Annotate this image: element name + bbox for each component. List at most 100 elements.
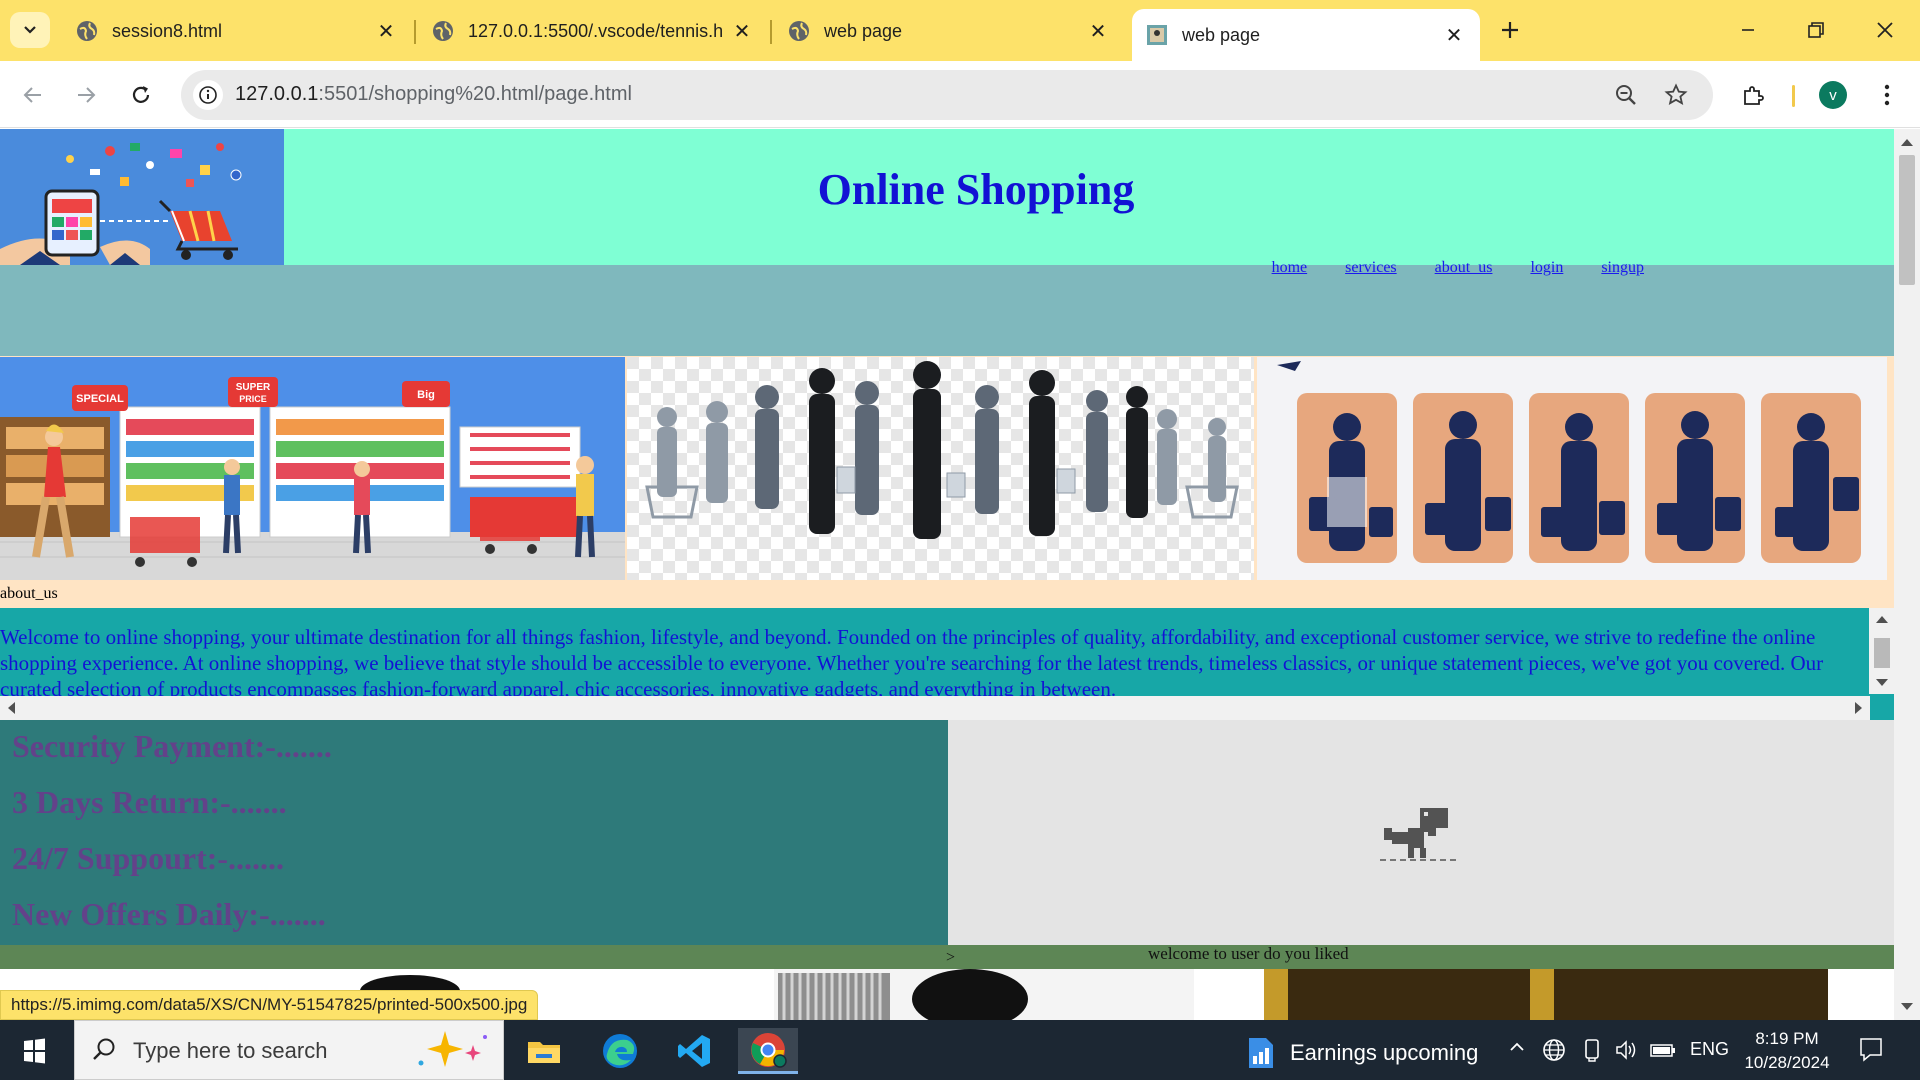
vscode-icon — [678, 1035, 710, 1067]
welcome-marquee: welcome to user do you liked — [1148, 944, 1349, 963]
taskbar-vscode[interactable] — [664, 1028, 724, 1074]
windows-icon — [24, 1038, 45, 1064]
nav-link-about[interactable]: about_us — [1435, 259, 1493, 277]
taskbar-chrome[interactable] — [738, 1028, 798, 1074]
tab-title: 127.0.0.1:5500/.vscode/tennis.h — [468, 20, 724, 41]
about-horizontal-scrollbar[interactable] — [0, 696, 1870, 720]
tab-session8[interactable]: session8.html ✕ — [62, 9, 412, 53]
scroll-left-arrow[interactable] — [8, 702, 15, 714]
tab-title: web page — [1182, 24, 1261, 45]
tab-strip: session8.html ✕ 127.0.0.1:5500/.vscode/t… — [0, 0, 1920, 61]
about-vertical-scrollbar[interactable] — [1869, 608, 1895, 694]
scrollbar-thumb[interactable] — [1874, 638, 1890, 668]
taskbar-search[interactable]: Type here to search — [74, 1020, 504, 1080]
reload-button[interactable] — [121, 75, 161, 115]
nav-link-services[interactable]: services — [1345, 259, 1397, 277]
close-icon[interactable]: ✕ — [1086, 19, 1110, 43]
site-info-button[interactable] — [193, 80, 223, 110]
banner-big-label: Big — [417, 389, 435, 401]
close-icon[interactable]: ✕ — [730, 19, 754, 43]
banner-supermarket-image: SPECIAL SUPER PRICE Big — [0, 357, 625, 580]
taskbar: Type here to search Earnings upcoming EN… — [0, 1020, 1920, 1080]
stock-document-icon — [1249, 1038, 1273, 1068]
zoom-out-icon — [1616, 85, 1636, 105]
start-button[interactable] — [14, 1034, 54, 1068]
search-highlight-icon — [418, 1031, 487, 1067]
nav-link-home[interactable]: home — [1272, 259, 1308, 277]
url-text[interactable]: 127.0.0.1:5501/shopping%20.html/page.htm… — [235, 83, 632, 106]
about-section: Welcome to online shopping, your ultimat… — [0, 608, 1895, 720]
taskbar-edge[interactable] — [590, 1028, 650, 1074]
scroll-up-arrow[interactable] — [1901, 139, 1913, 146]
banner-super-label: SUPER — [236, 382, 271, 393]
battery-icon — [1650, 1044, 1675, 1057]
minimize-button[interactable] — [1724, 10, 1772, 50]
device-icon — [1585, 1039, 1599, 1062]
extensions-button[interactable] — [1733, 75, 1773, 115]
nav-link-signup[interactable]: singup — [1601, 259, 1644, 277]
tab-web-page-active[interactable]: web page ✕ — [1132, 9, 1480, 61]
puzzle-icon — [1744, 86, 1764, 105]
clock-date: 10/28/2024 — [1744, 1053, 1830, 1072]
globe-icon — [789, 21, 809, 41]
tab-separator — [414, 20, 416, 44]
speaker-icon — [1616, 1040, 1636, 1060]
profile-avatar[interactable]: v — [1819, 81, 1847, 109]
site-title: Online Shopping — [817, 165, 1135, 214]
nav-link-login[interactable]: login — [1530, 259, 1563, 277]
info-icon — [199, 86, 217, 104]
browser-window: session8.html ✕ 127.0.0.1:5500/.vscode/t… — [0, 0, 1920, 1080]
restore-icon — [1808, 22, 1824, 38]
tray-network[interactable] — [1542, 1038, 1566, 1067]
product-image — [1264, 969, 1828, 1020]
tray-language[interactable]: ENG — [1690, 1039, 1729, 1060]
bookmark-button[interactable] — [1661, 80, 1691, 110]
globe-icon — [433, 21, 453, 41]
about-label: about_us — [0, 585, 58, 602]
chevron-up-icon — [1510, 1042, 1524, 1051]
tray-battery[interactable] — [1650, 1038, 1676, 1067]
tab-web-page[interactable]: web page ✕ — [774, 9, 1124, 53]
back-button[interactable] — [13, 75, 53, 115]
scroll-down-arrow[interactable] — [1901, 1003, 1913, 1010]
nav-bar — [0, 265, 1895, 356]
scroll-up-arrow[interactable] — [1876, 616, 1888, 623]
features-panel: Security Payment:-....... 3 Days Return:… — [0, 720, 948, 954]
tab-title: session8.html — [112, 20, 223, 41]
zoom-button[interactable] — [1611, 80, 1641, 110]
banner-price-label: PRICE — [239, 394, 267, 404]
close-window-button[interactable] — [1861, 10, 1909, 50]
feature-offers: New Offers Daily:-....... — [12, 896, 326, 932]
globe-icon — [77, 21, 97, 41]
tab-search-button[interactable] — [10, 12, 50, 48]
address-bar[interactable]: 127.0.0.1:5501/shopping%20.html/page.htm… — [181, 70, 1713, 120]
plus-icon — [1502, 22, 1518, 38]
forward-button[interactable] — [66, 75, 106, 115]
tray-volume[interactable] — [1614, 1038, 1638, 1067]
page-favicon-icon — [1147, 25, 1167, 45]
new-tab-button[interactable] — [1494, 14, 1526, 46]
page-scrollbar-thumb[interactable] — [1899, 155, 1915, 285]
scroll-down-arrow[interactable] — [1876, 679, 1888, 686]
taskbar-clock[interactable]: 8:19 PM 10/28/2024 — [1742, 1027, 1832, 1075]
menu-button[interactable] — [1867, 75, 1907, 115]
restore-button[interactable] — [1792, 10, 1840, 50]
banner-special-label: SPECIAL — [76, 393, 124, 405]
close-icon[interactable]: ✕ — [1442, 23, 1466, 47]
close-icon[interactable]: ✕ — [374, 19, 398, 43]
news-widget-text: Earnings upcoming — [1290, 1040, 1479, 1065]
feature-returns: 3 Days Return:-....... — [12, 784, 287, 820]
page-scrollbar[interactable] — [1894, 129, 1920, 1020]
tab-tennis[interactable]: 127.0.0.1:5500/.vscode/tennis.h ✕ — [418, 9, 768, 53]
taskbar-news-widget[interactable]: Earnings upcoming — [1246, 1036, 1478, 1070]
taskbar-file-explorer[interactable] — [514, 1028, 574, 1074]
feature-support: 24/7 Suppourt:-....... — [12, 840, 285, 876]
url-path: :5501/shopping%20.html/page.html — [318, 83, 632, 105]
notification-center-button[interactable] — [1858, 1036, 1884, 1067]
scroll-right-arrow[interactable] — [1855, 702, 1862, 714]
tray-meet-now[interactable] — [1582, 1038, 1602, 1067]
tray-overflow-button[interactable] — [1508, 1038, 1526, 1061]
banner-crowd-image — [627, 357, 1254, 580]
search-icon — [93, 1038, 115, 1060]
arrow-left-icon — [23, 87, 41, 103]
